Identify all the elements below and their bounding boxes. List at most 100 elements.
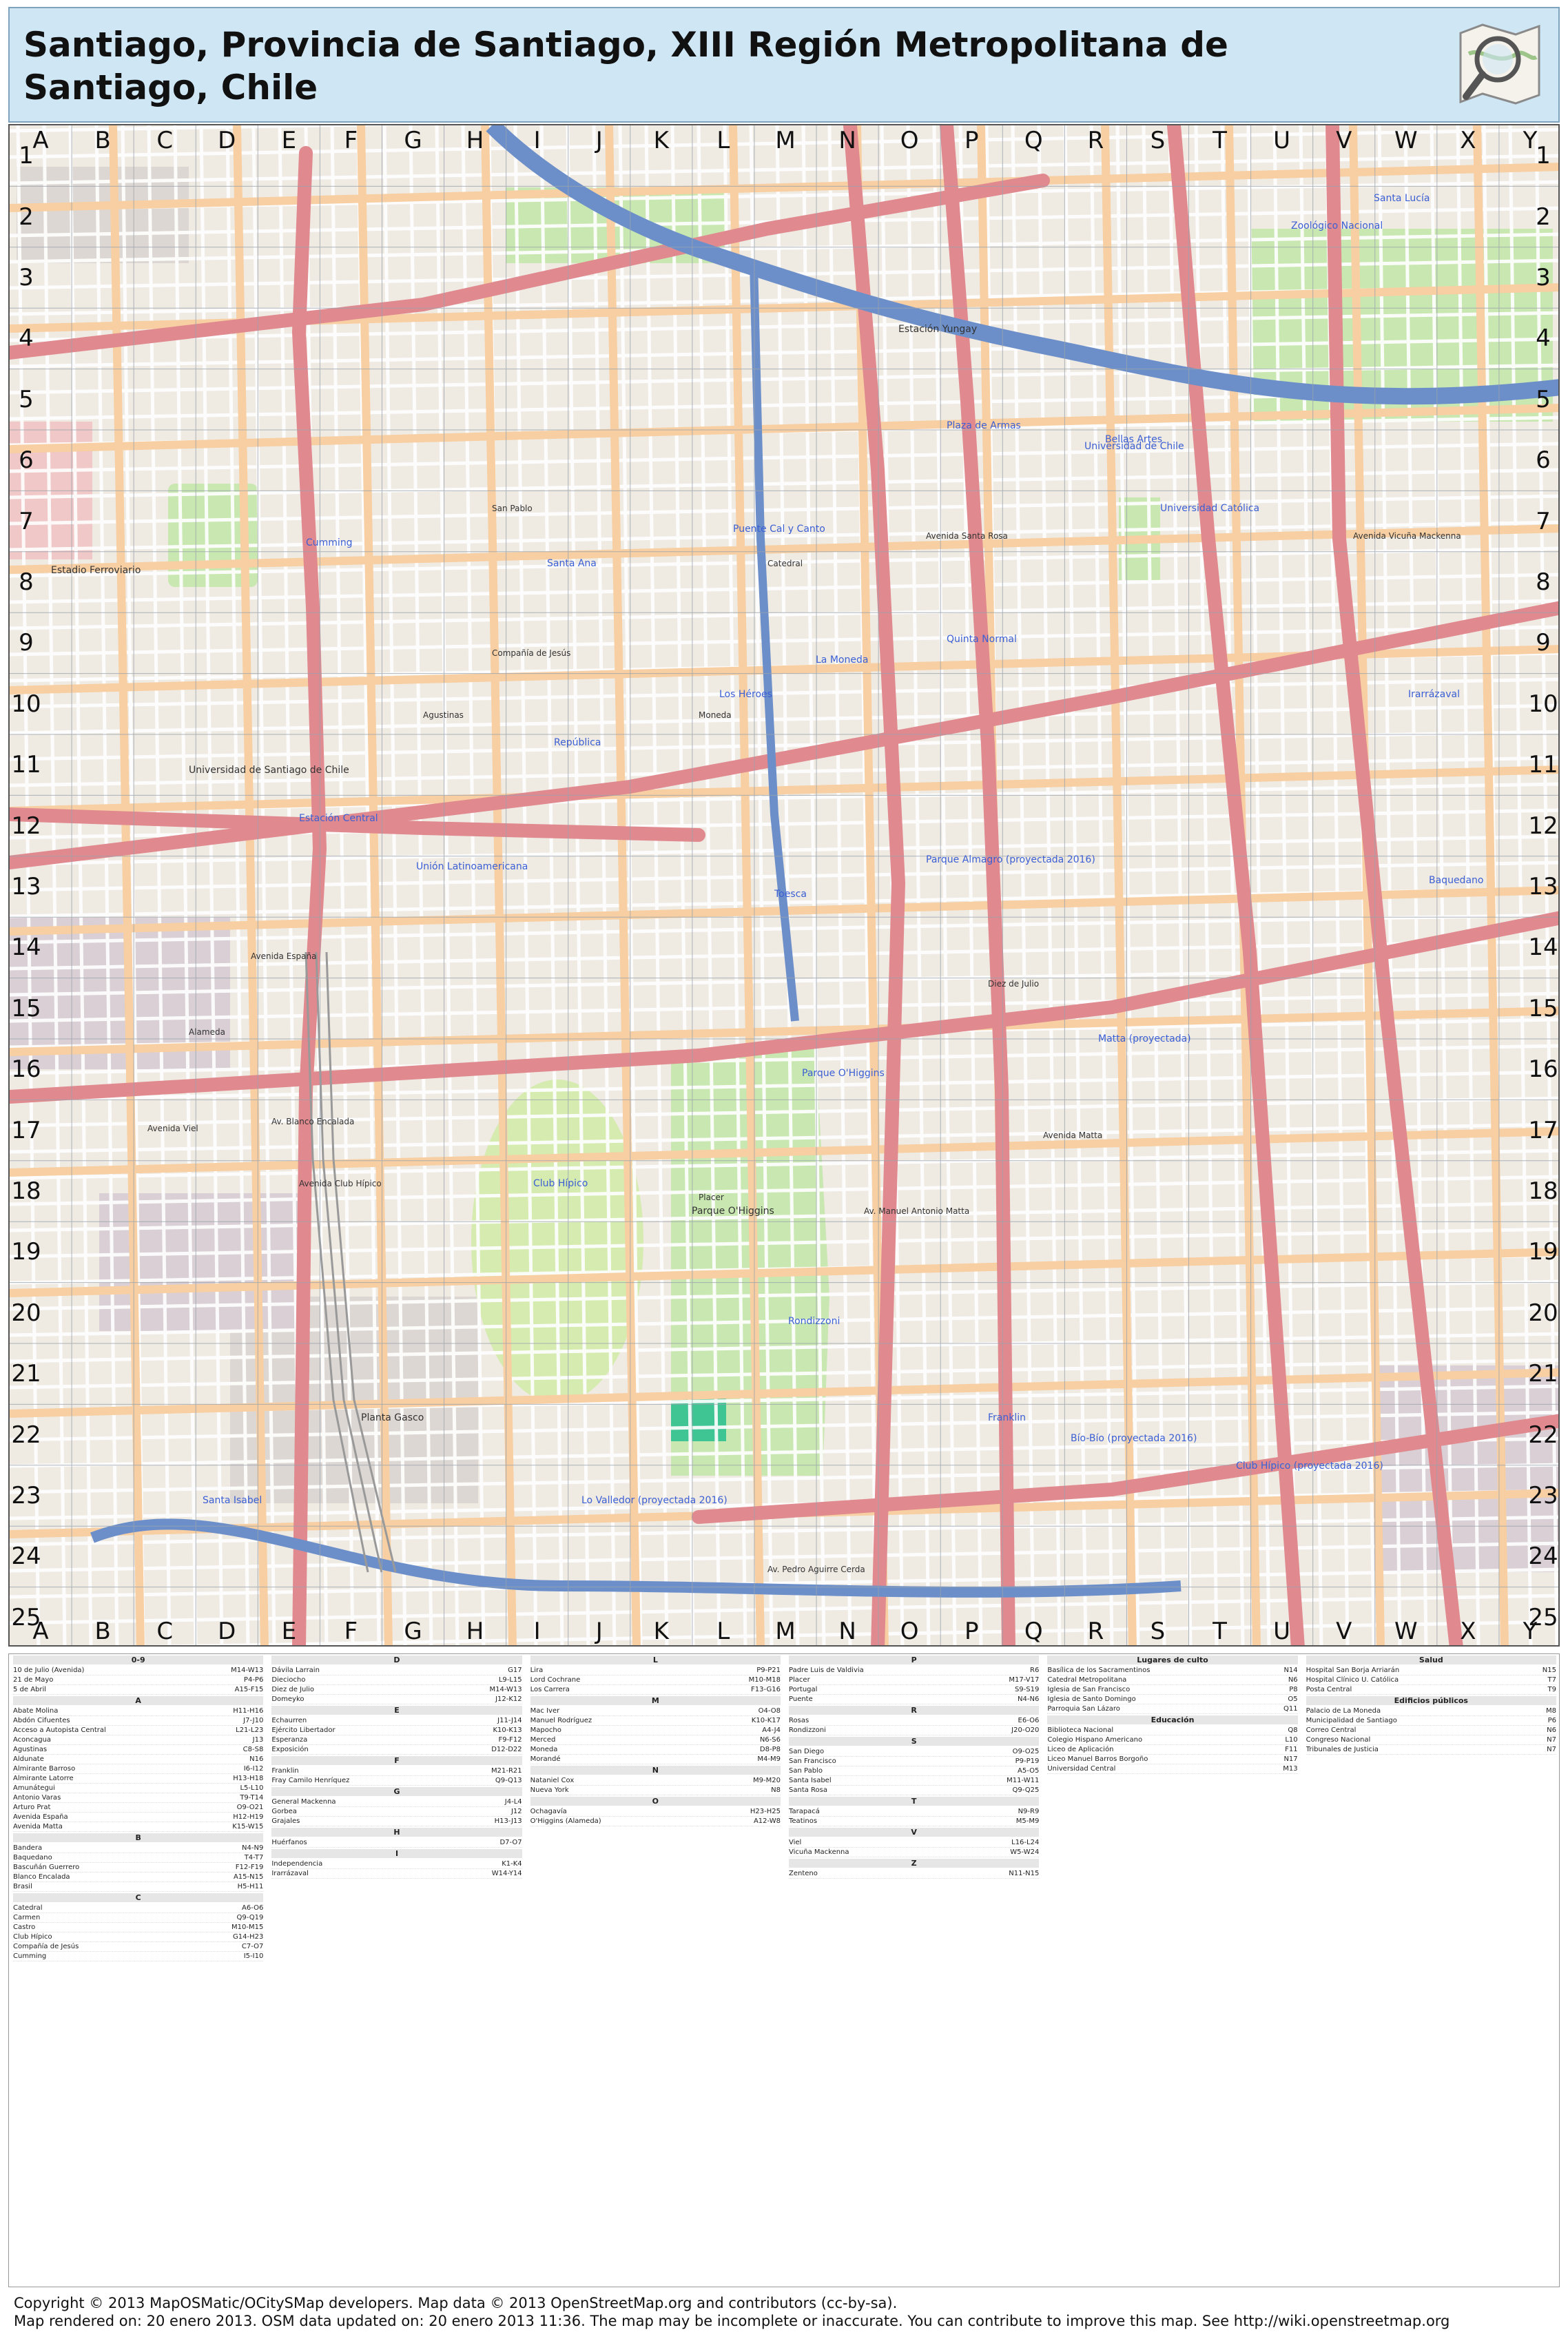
index-entry: Hospital Clínico U. Católica T7: [1306, 1675, 1556, 1685]
index-entry: Acceso a Autopista Central L21-L23: [13, 1726, 264, 1735]
index-entry-cell: M14-W13: [231, 1667, 264, 1674]
index-entry-cell: J11-J14: [497, 1717, 522, 1724]
index-entry-cell: A15-N15: [233, 1873, 264, 1881]
index-entry-cell: P9-P19: [1015, 1757, 1040, 1765]
grid-row-label: 23: [1528, 1482, 1558, 1509]
grid-col-label: G: [404, 127, 422, 154]
index-entry: Aldunate N16: [13, 1755, 264, 1764]
index-entry-name: Iglesia de Santo Domingo: [1047, 1695, 1136, 1703]
landmark-label: Universidad de Santiago de Chile: [189, 765, 349, 776]
grid-row-label: 9: [19, 629, 34, 657]
index-entry-name: Los Carrera: [530, 1686, 570, 1693]
index-entry: Cumming I5-I10: [13, 1952, 264, 1961]
index-entry-name: Rondizzoni: [789, 1726, 826, 1734]
index-entry-cell: S9-S19: [1014, 1686, 1040, 1693]
grid-col-label: C: [156, 1618, 174, 1645]
map-footer: Copyright © 2013 MapOSMatic/OCitySMap de…: [14, 2294, 1557, 2330]
index-entry-cell: H12-H19: [233, 1813, 264, 1821]
grid-col-label: U: [1273, 127, 1291, 154]
index-entry: Franklin M21-R21: [271, 1766, 522, 1776]
index-section-head: Edificios públicos: [1306, 1696, 1556, 1705]
index-entry-cell: F9-F12: [498, 1736, 522, 1744]
index-entry-cell: H13-H18: [233, 1775, 264, 1782]
index-entry: Lira P9-P21: [530, 1666, 781, 1675]
index-entry-name: Santa Rosa: [789, 1786, 827, 1794]
index-entry-name: Diez de Julio: [271, 1686, 315, 1693]
grid-row-label: 2: [1536, 203, 1551, 231]
index-entry-cell: P6: [1547, 1717, 1556, 1724]
index-entry-name: Placer: [789, 1676, 810, 1684]
index-entry-name: Huérfanos: [271, 1839, 307, 1846]
index-entry-cell: Q11: [1283, 1705, 1298, 1713]
index-entry: Santa Rosa Q9-Q25: [789, 1786, 1040, 1795]
grid-row-label: 2: [19, 203, 34, 231]
index-entry-cell: E6-O6: [1018, 1717, 1040, 1724]
index-entry-name: Lord Cochrane: [530, 1676, 581, 1684]
index-entry-cell: L9-L15: [498, 1676, 522, 1684]
grid-row-label: 16: [1528, 1055, 1558, 1084]
grid-row-label: 11: [1528, 751, 1558, 779]
index-entry: Abate Molina H11-H16: [13, 1706, 264, 1716]
map-view[interactable]: Club Hípico Parque O'Higgins Universidad d…: [8, 124, 1560, 1647]
index-entry-cell: F12-F19: [235, 1864, 264, 1871]
index-entry-cell: J12: [510, 1808, 522, 1815]
index-section-head: M: [530, 1696, 781, 1705]
grid-row-label: 10: [11, 690, 41, 718]
index-entry: Universidad Central M13: [1047, 1764, 1298, 1774]
index-section-head: N: [530, 1766, 781, 1775]
index-entry-cell: J7-J10: [243, 1717, 264, 1724]
grid-row-label: 7: [1536, 507, 1551, 535]
grid-row-label: 18: [11, 1177, 41, 1205]
street-label: Av. Blanco Encalada: [271, 1117, 354, 1126]
grid-col-label: T: [1213, 127, 1227, 154]
index-entry-name: Ochagavía: [530, 1808, 567, 1815]
index-entry-cell: O9-O25: [1012, 1748, 1040, 1755]
index-entry-cell: M9-M20: [753, 1777, 781, 1784]
grid-row-label: 22: [11, 1421, 41, 1449]
index-entry-cell: K10-K13: [493, 1726, 522, 1734]
index-entry-cell: T9: [1547, 1686, 1556, 1693]
landmark-label: Bío-Bío (proyectada 2016): [1071, 1433, 1197, 1444]
index-entry-cell: M14-W13: [489, 1686, 522, 1693]
grid-row-label: 13: [1528, 873, 1558, 900]
grid-col-label: W: [1394, 127, 1418, 154]
index-entry-name: Manuel Rodríguez: [530, 1717, 592, 1724]
index-entry-name: Abate Molina: [13, 1707, 59, 1715]
index-entry-name: Catedral: [13, 1904, 43, 1912]
index-entry: Biblioteca Nacional Q8: [1047, 1726, 1298, 1735]
index-entry-cell: J20-O20: [1011, 1726, 1040, 1734]
index-entry: Nueva York N8: [530, 1786, 781, 1795]
index-entry-name: Iglesia de San Francisco: [1047, 1686, 1131, 1693]
index-section-head: Salud: [1306, 1656, 1556, 1664]
index-entry-cell: M4-M9: [757, 1755, 781, 1763]
index-entry-cell: M17-V17: [1009, 1676, 1040, 1684]
index-entry: Liceo de Aplicación F11: [1047, 1745, 1298, 1755]
index-entry: Colegio Hispano Americano L10: [1047, 1735, 1298, 1745]
street-label: Placer: [699, 1193, 724, 1202]
index-entry-cell: Q9-Q19: [236, 1914, 264, 1921]
index-column: 0-9 10 de Julio (Avenida) M14-W13 21 de May…: [13, 1654, 264, 2287]
index-entry-name: Teatinos: [789, 1817, 818, 1825]
index-entry-name: Liceo de Aplicación: [1047, 1746, 1114, 1753]
grid-row-label: 4: [1536, 324, 1551, 353]
grid-row-label: 21: [11, 1360, 41, 1388]
index-entry-name: Zenteno: [789, 1870, 818, 1877]
grid-col-label: E: [281, 1618, 297, 1645]
index-entry: Catedral Metropolitana N6: [1047, 1675, 1298, 1685]
index-entry-cell: O9-O21: [236, 1804, 264, 1811]
index-entry-name: Liceo Manuel Barros Borgoño: [1047, 1755, 1148, 1763]
map-canvas: Club Hípico Parque O'Higgins Universidad d…: [10, 125, 1558, 1645]
grid-row-label: 6: [1536, 446, 1551, 475]
index-entry-cell: L16-L24: [1011, 1839, 1040, 1846]
index-entry: Iglesia de Santo Domingo O5: [1047, 1695, 1298, 1704]
index-entry: Baquedano T4-T7: [13, 1853, 264, 1863]
grid-row-label: 11: [11, 751, 41, 779]
index-entry-cell: N4-N9: [242, 1844, 264, 1852]
index-entry-cell: M21-R21: [491, 1767, 522, 1775]
street-label: Agustinas: [423, 710, 464, 720]
index-entry-name: Aconcagua: [13, 1736, 52, 1744]
landmark-label: Zoológico Nacional: [1291, 220, 1383, 231]
index-entry-cell: M8: [1545, 1707, 1556, 1715]
landmark-label: Los Héroes: [719, 689, 772, 700]
index-entry: O'Higgins (Alameda) A12-W8: [530, 1817, 781, 1826]
